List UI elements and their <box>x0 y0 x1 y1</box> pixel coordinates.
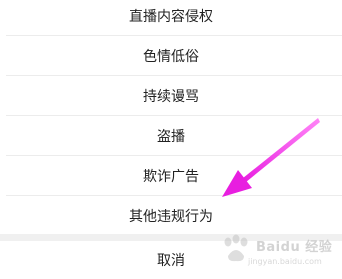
menu-item-label: 直播内容侵权 <box>129 8 213 25</box>
menu-item-abuse[interactable]: 持续谩骂 <box>0 76 342 115</box>
menu-item-content-infringement[interactable]: 直播内容侵权 <box>0 0 342 35</box>
report-action-sheet: 直播内容侵权 色情低俗 持续谩骂 盗播 欺诈广告 其他违规行为 取消 <box>0 0 342 279</box>
menu-item-label: 色情低俗 <box>143 48 199 65</box>
menu-item-label: 欺诈广告 <box>143 168 199 185</box>
menu-item-fraud-ad[interactable]: 欺诈广告 <box>0 156 342 195</box>
cancel-button[interactable]: 取消 <box>0 241 342 279</box>
cancel-label: 取消 <box>157 253 185 269</box>
section-gap <box>0 234 342 241</box>
menu-item-vulgar[interactable]: 色情低俗 <box>0 36 342 75</box>
menu-item-piracy[interactable]: 盗播 <box>0 116 342 155</box>
menu-item-other-violation[interactable]: 其他违规行为 <box>0 196 342 235</box>
menu-item-label: 其他违规行为 <box>129 208 213 225</box>
menu-item-label: 盗播 <box>157 128 185 145</box>
menu-item-label: 持续谩骂 <box>143 88 199 105</box>
